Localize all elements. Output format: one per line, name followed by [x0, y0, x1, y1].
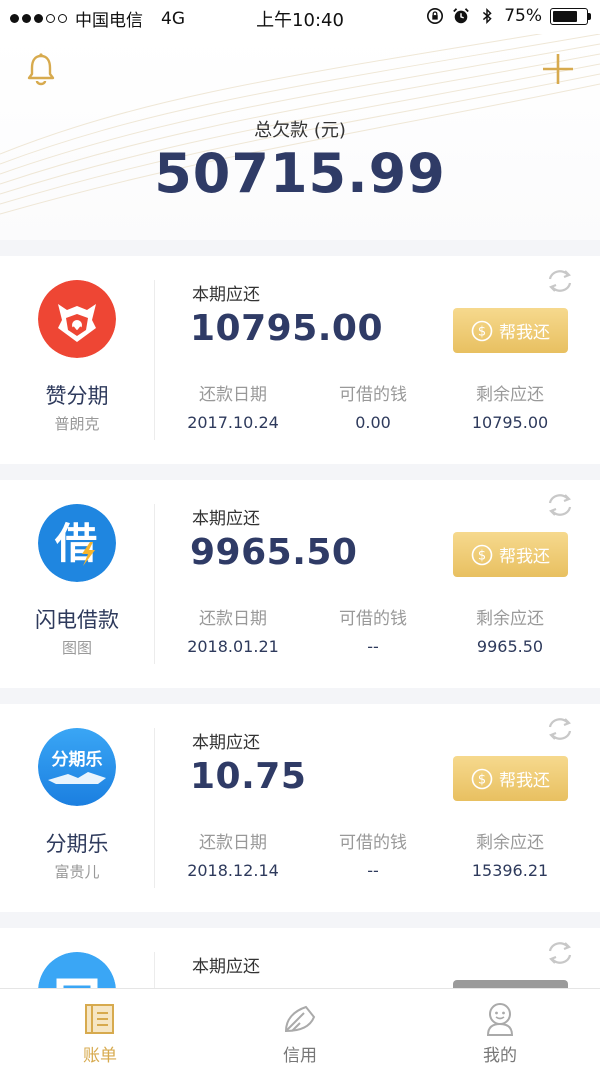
refresh-icon[interactable] — [546, 940, 574, 966]
due-date-label: 还款日期 — [199, 385, 267, 405]
refresh-icon[interactable] — [546, 268, 574, 294]
loan-card[interactable]: 分期乐 分期乐 富贵儿 本期应还 10.75 $ 帮我还 还款日期 2018.1… — [0, 704, 600, 912]
loan-card[interactable]: 借 闪电借款 图图 本期应还 9965.50 $ 帮我还 还款日期 2018.0… — [0, 480, 600, 688]
partial-logo-icon — [38, 952, 116, 988]
tab-credit-label: 信用 — [283, 1046, 317, 1066]
borrower-name: 普朗克 — [54, 415, 100, 433]
svg-text:$: $ — [478, 548, 486, 563]
card-divider — [154, 280, 155, 440]
lender-name: 闪电借款 — [35, 608, 119, 632]
due-date-column: 还款日期 2017.10.24 — [168, 380, 298, 432]
loan-card[interactable]: 赞分期 普朗克 本期应还 10795.00 $ 帮我还 还款日期 2017.10… — [0, 256, 600, 464]
card-divider — [154, 504, 155, 664]
tab-profile-label: 我的 — [483, 1046, 517, 1066]
bluetooth-icon — [483, 7, 492, 25]
due-date-value: 2017.10.24 — [187, 413, 279, 432]
borrowable-value: -- — [367, 637, 379, 656]
remaining-column: 剩余应还 15396.21 — [445, 828, 575, 880]
bill-icon — [85, 1004, 114, 1034]
lion-logo-icon — [38, 280, 116, 358]
plus-icon[interactable] — [541, 52, 575, 86]
help-me-pay-button[interactable]: $ 帮我还 — [453, 308, 568, 353]
due-this-period-label: 本期应还 — [192, 509, 260, 529]
borrowable-label: 可借的钱 — [339, 609, 407, 629]
borrowable-label: 可借的钱 — [339, 833, 407, 853]
tab-bill-label: 账单 — [83, 1046, 117, 1066]
borrowable-value: -- — [367, 861, 379, 880]
help-me-pay-button[interactable]: $ 帮我还 — [453, 756, 568, 801]
fenqile-logo-icon: 分期乐 — [38, 728, 116, 806]
lender-name: 赞分期 — [45, 384, 109, 408]
svg-text:$: $ — [478, 324, 486, 339]
due-this-period-amount: 9965.50 — [190, 532, 358, 573]
logo-text: 分期乐 — [52, 750, 103, 770]
remaining-value: 15396.21 — [471, 861, 549, 880]
refresh-icon[interactable] — [546, 492, 574, 518]
help-me-pay-button[interactable]: $ 帮我还 — [453, 532, 568, 577]
credit-icon — [284, 1005, 316, 1033]
borrowable-column: 可借的钱 0.00 — [308, 380, 438, 432]
remaining-column: 剩余应还 9965.50 — [445, 604, 575, 656]
due-this-period-amount: 10.75 — [190, 756, 307, 797]
due-this-period-label: 本期应还 — [192, 957, 260, 977]
battery-percent: 75% — [504, 6, 542, 26]
status-right: 75% — [426, 6, 591, 26]
due-this-period-label: 本期应还 — [192, 285, 260, 305]
coin-icon: $ — [471, 320, 493, 341]
help-me-pay-label: 帮我还 — [499, 323, 550, 342]
remaining-label: 剩余应还 — [476, 833, 544, 853]
battery-icon — [550, 7, 591, 25]
tab-profile[interactable]: 我的 — [400, 989, 600, 1067]
borrowable-label: 可借的钱 — [339, 385, 407, 405]
card-divider — [154, 728, 155, 888]
remaining-column: 剩余应还 10795.00 — [445, 380, 575, 432]
status-bar: 中国电信 4G 上午10:40 75% — [0, 0, 600, 34]
svg-text:$: $ — [478, 772, 486, 787]
borrower-name: 图图 — [61, 639, 92, 657]
bell-icon[interactable] — [25, 52, 57, 86]
borrowable-value: 0.00 — [355, 413, 391, 432]
remaining-value: 10795.00 — [471, 413, 549, 432]
due-date-column: 还款日期 2018.12.14 — [168, 828, 298, 880]
due-date-column: 还款日期 2018.01.21 — [168, 604, 298, 656]
tab-bar: 账单 信用 我的 — [0, 988, 600, 1067]
borrowable-column: 可借的钱 -- — [308, 604, 438, 656]
lightning-loan-logo-icon: 借 — [38, 504, 116, 582]
remaining-label: 剩余应还 — [476, 385, 544, 405]
card-divider — [154, 952, 155, 988]
due-date-value: 2018.12.14 — [187, 861, 279, 880]
due-this-period-label: 本期应还 — [192, 733, 260, 753]
due-date-label: 还款日期 — [199, 609, 267, 629]
rotation-lock-icon — [427, 7, 444, 25]
tab-bill[interactable]: 账单 — [0, 989, 200, 1067]
help-me-pay-label: 帮我还 — [499, 547, 550, 566]
summary-header: 总欠款 (元) 50715.99 — [0, 34, 600, 240]
due-this-period-amount: 10795.00 — [190, 308, 384, 349]
battery-fill — [553, 10, 577, 22]
borrowable-column: 可借的钱 -- — [308, 828, 438, 880]
disabled-pay-button[interactable] — [453, 980, 568, 988]
remaining-label: 剩余应还 — [476, 609, 544, 629]
due-date-value: 2018.01.21 — [187, 637, 279, 656]
due-date-label: 还款日期 — [199, 833, 267, 853]
total-debt-label: 总欠款 (元) — [254, 120, 346, 141]
profile-icon — [486, 1003, 514, 1036]
remaining-value: 9965.50 — [476, 637, 544, 656]
tab-credit[interactable]: 信用 — [200, 989, 400, 1067]
refresh-icon[interactable] — [546, 716, 574, 742]
borrower-name: 富贵儿 — [54, 863, 100, 881]
loan-card[interactable]: 本期应还 — [0, 928, 600, 988]
help-me-pay-label: 帮我还 — [499, 771, 550, 790]
lender-name: 分期乐 — [45, 832, 109, 856]
coin-icon: $ — [471, 768, 493, 789]
total-debt-value: 50715.99 — [154, 142, 446, 205]
alarm-icon — [453, 8, 470, 24]
coin-icon: $ — [471, 544, 493, 565]
